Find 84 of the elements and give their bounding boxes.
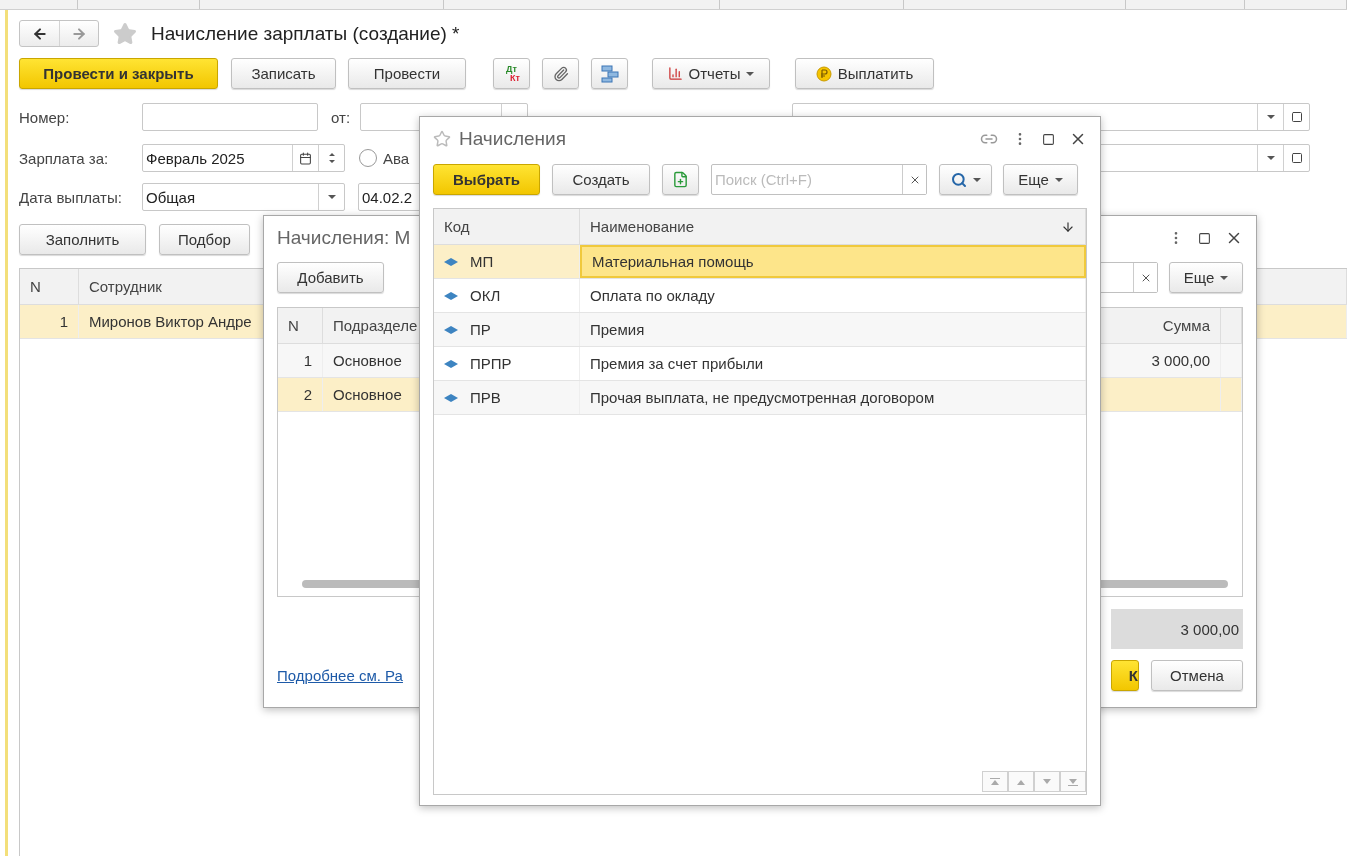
code-text: МП: [470, 253, 494, 270]
diamond-icon: [444, 325, 458, 334]
code-text: ПРПР: [470, 355, 512, 372]
arrow-right-icon: [71, 25, 87, 42]
table-cell: Премия за счет прибыли: [580, 347, 1086, 380]
search-field[interactable]: Поиск (Ctrl+F): [711, 164, 927, 195]
add-button[interactable]: Добавить: [277, 262, 384, 293]
window-title: Начисление зарплаты (создание) *: [151, 22, 460, 45]
column-header: Наименование: [580, 209, 1086, 244]
table-row[interactable]: ПРПР Премия за счет прибыли: [434, 347, 1086, 381]
file-plus-icon: [672, 171, 689, 188]
diamond-icon: [444, 393, 458, 402]
next-page-button[interactable]: [1034, 771, 1060, 792]
table-cell: Оплата по окладу: [580, 279, 1086, 312]
cancel-button[interactable]: Отмена: [1151, 660, 1243, 691]
reports-button[interactable]: Отчеты: [652, 58, 770, 89]
search-icon: [950, 171, 967, 188]
first-page-button[interactable]: [982, 771, 1008, 792]
field-label: Номер:: [19, 108, 71, 126]
calendar-icon: [299, 151, 312, 165]
select-button[interactable]: Выбрать: [433, 164, 540, 195]
column-header: Код: [434, 209, 580, 244]
dialog-title: Начисления: М: [277, 227, 411, 249]
clear-button[interactable]: [902, 165, 926, 194]
table-row[interactable]: ПР Премия: [434, 313, 1086, 347]
maximize-icon[interactable]: [1042, 132, 1055, 146]
table-cell: 1: [278, 344, 323, 377]
star-icon[interactable]: [113, 21, 137, 46]
field-label: Зарплата за:: [19, 149, 110, 167]
table-cell: Материальная помощь: [580, 245, 1086, 278]
radio-label: Ава: [383, 149, 410, 167]
pick-button[interactable]: Подбор: [159, 224, 250, 255]
down-arrow-icon: [1068, 777, 1078, 786]
paperclip-icon: [552, 65, 569, 82]
post-and-close-button[interactable]: Провести и закрыть: [19, 58, 218, 89]
field-label: Дата выплаты:: [19, 188, 123, 206]
table-cell: Прочая выплата, не предусмотренная договором: [580, 381, 1086, 414]
code-text: ОКЛ: [470, 287, 501, 304]
more-button[interactable]: Еще: [1003, 164, 1078, 195]
star-icon[interactable]: [433, 130, 451, 148]
structure-button[interactable]: [591, 58, 628, 89]
table-cell: 1: [20, 305, 79, 338]
dt-kt-button[interactable]: Дт Кт: [493, 58, 530, 89]
previous-page-button[interactable]: [1008, 771, 1034, 792]
details-link[interactable]: Подробнее см. Ра: [277, 667, 403, 684]
diamond-icon: [444, 257, 458, 266]
pay-button[interactable]: Выплатить: [795, 58, 934, 89]
coin-icon: [815, 65, 832, 82]
structure-icon: [600, 64, 619, 83]
chart-icon: [667, 66, 683, 81]
column-header: N: [20, 269, 79, 304]
maximize-icon[interactable]: [1198, 231, 1211, 245]
attach-button[interactable]: [542, 58, 579, 89]
code-text: ПР: [470, 321, 491, 338]
table-row[interactable]: ОКЛ Оплата по окладу: [434, 279, 1086, 313]
ok-button[interactable]: К: [1111, 660, 1139, 691]
pay-date-select[interactable]: Общая: [142, 183, 345, 211]
dialog-title: Начисления: [459, 128, 566, 150]
more-button[interactable]: Еще: [1169, 262, 1243, 293]
down-arrow-icon: [1042, 777, 1052, 786]
number-field[interactable]: [142, 103, 318, 131]
table-cell: 2: [278, 378, 323, 411]
clear-button[interactable]: [1133, 263, 1157, 292]
search-button[interactable]: [939, 164, 992, 195]
diamond-icon: [444, 359, 458, 368]
table-cell: Премия: [580, 313, 1086, 346]
create-button[interactable]: Создать: [552, 164, 650, 195]
fill-button[interactable]: Заполнить: [19, 224, 146, 255]
code-text: ПРВ: [470, 389, 501, 406]
table-row[interactable]: ПРВ Прочая выплата, не предусмотренная договором: [434, 381, 1086, 415]
last-page-button[interactable]: [1060, 771, 1086, 792]
spin-icon: [327, 151, 336, 165]
post-button[interactable]: Провести: [348, 58, 466, 89]
month-field[interactable]: Февраль 2025: [142, 144, 345, 172]
diamond-icon: [444, 291, 458, 300]
add-document-button[interactable]: [662, 164, 699, 195]
table-row[interactable]: МП Материальная помощь: [434, 245, 1086, 279]
field-label: от:: [331, 108, 352, 126]
sort-arrow-icon[interactable]: [1061, 219, 1075, 234]
up-arrow-icon: [990, 777, 1000, 786]
radio-button[interactable]: [359, 149, 377, 167]
save-button[interactable]: Записать: [231, 58, 336, 89]
column-header: N: [278, 308, 323, 343]
total-sum: 3 000,00: [1111, 609, 1243, 649]
